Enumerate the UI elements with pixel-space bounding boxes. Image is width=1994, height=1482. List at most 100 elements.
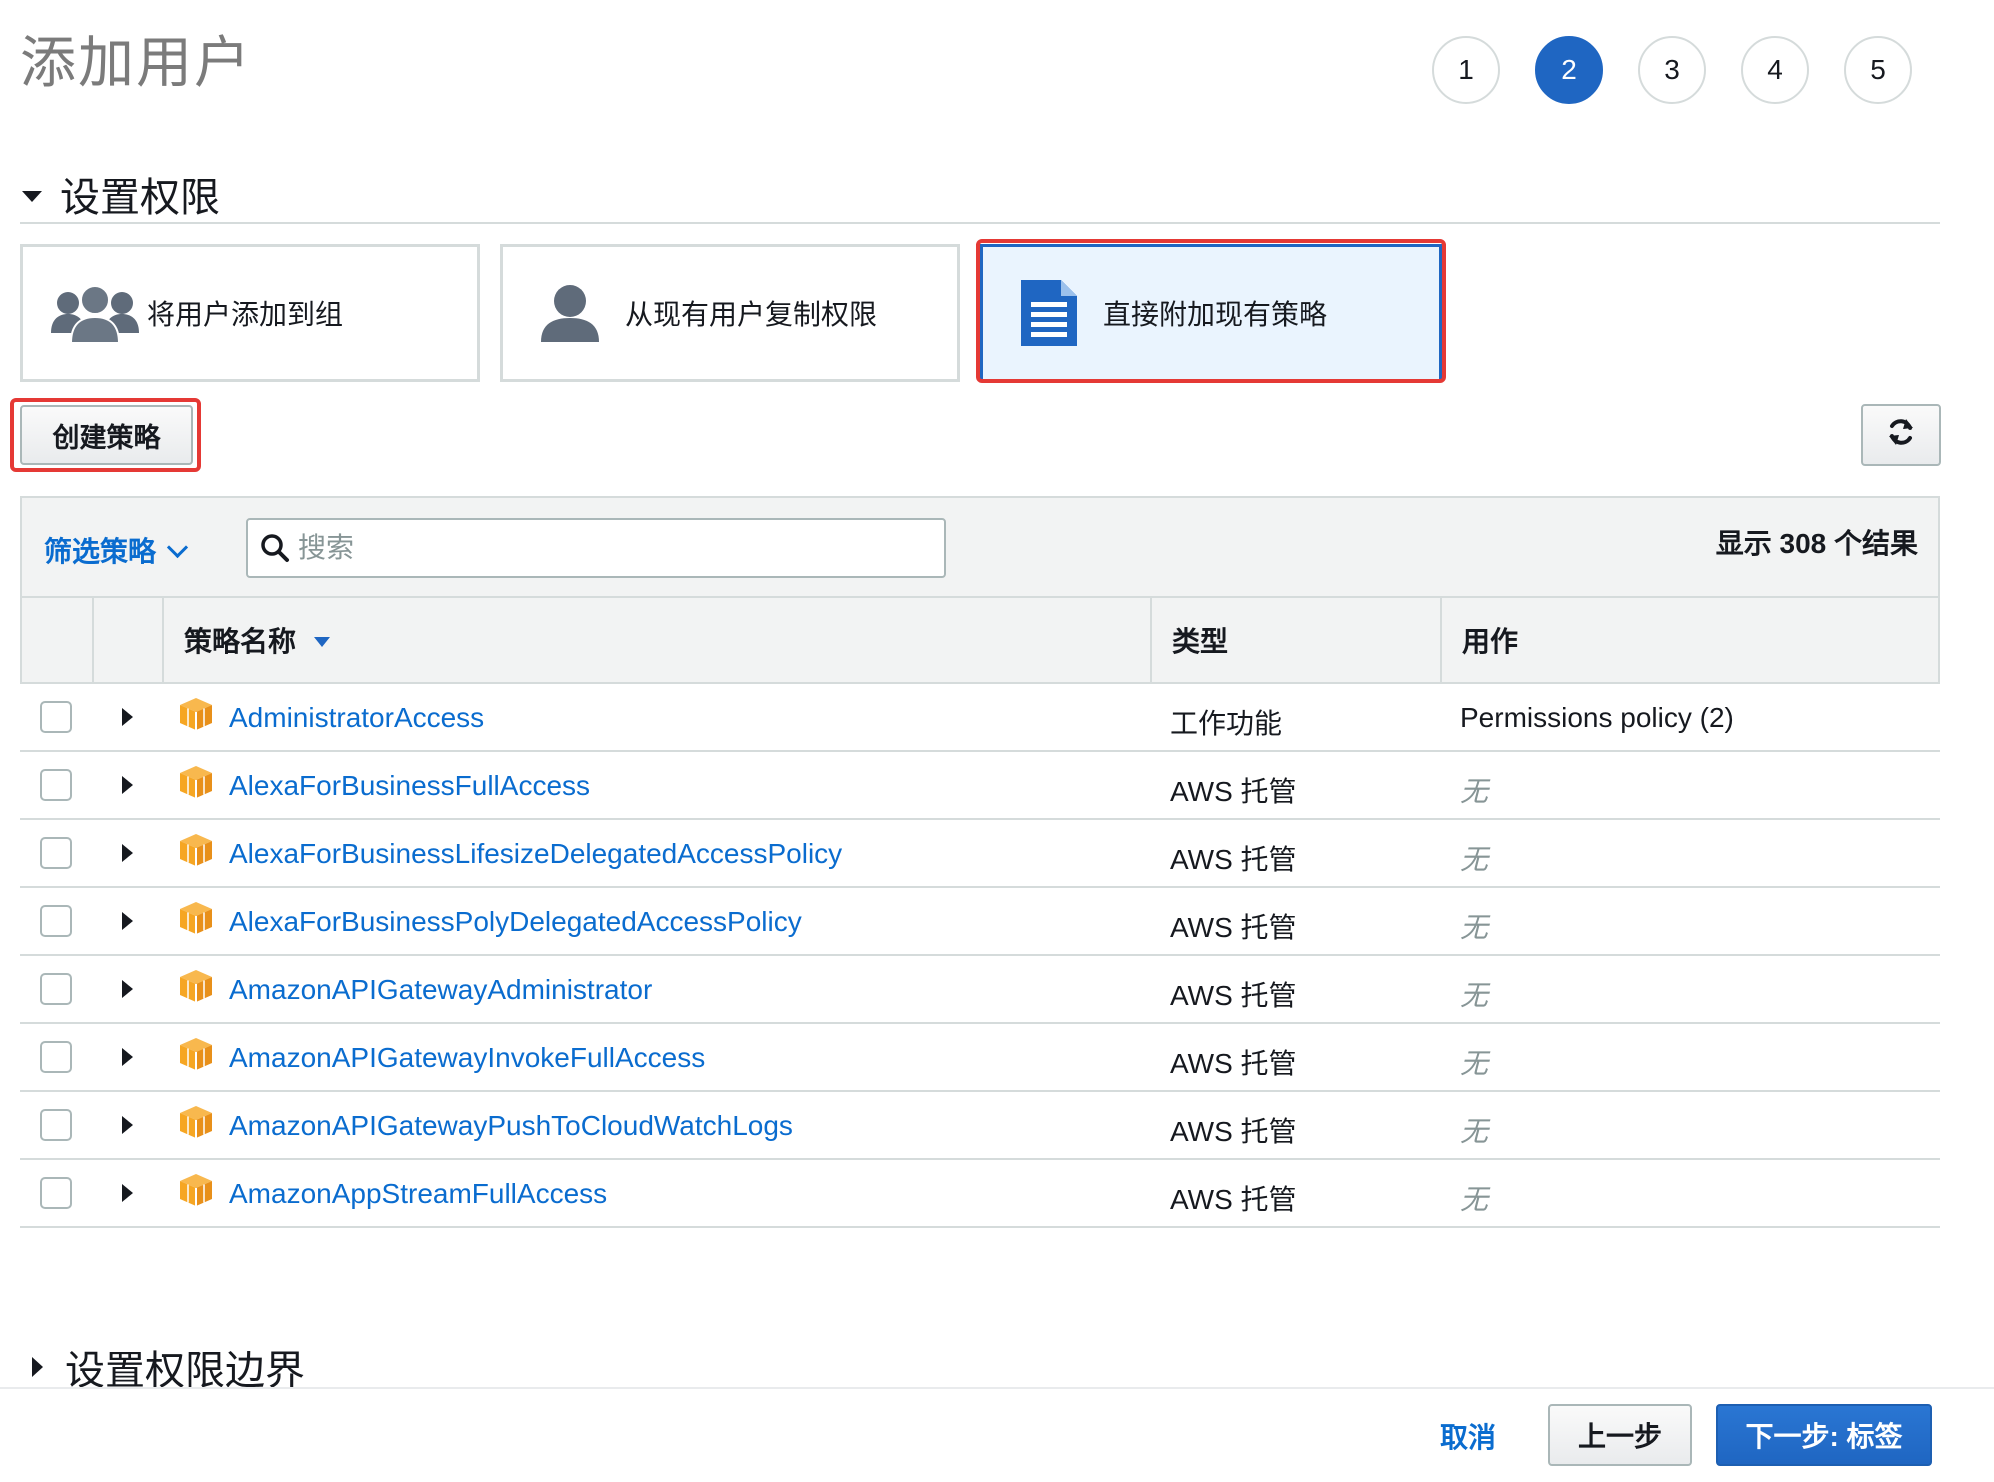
policy-name-link[interactable]: AlexaForBusinessLifesizeDelegatedAccessP… [229, 838, 842, 870]
policy-usage: 无 [1460, 1116, 1489, 1147]
policy-type: 工作功能 [1170, 708, 1283, 739]
row-checkbox[interactable] [40, 837, 72, 869]
expand-row-icon[interactable] [122, 1116, 133, 1134]
column-type[interactable]: 类型 [1172, 598, 1228, 682]
policy-usage: 无 [1460, 912, 1489, 943]
row-checkbox[interactable] [40, 1177, 72, 1209]
permissions-section-toggle[interactable]: 设置权限 [22, 165, 220, 223]
row-checkbox[interactable] [40, 701, 72, 733]
previous-button[interactable]: 上一步 [1548, 1404, 1692, 1466]
column-usage[interactable]: 用作 [1462, 598, 1518, 682]
table-row: AdministratorAccess 工作功能 Permissions polic… [20, 684, 1940, 752]
table-row: AlexaForBusinessPolyDelegatedAccessPolic… [20, 888, 1940, 956]
group-icon [49, 281, 141, 345]
aws-policy-icon [178, 1104, 214, 1145]
option-add-to-group[interactable]: 将用户添加到组 [20, 244, 480, 382]
row-checkbox[interactable] [40, 1041, 72, 1073]
previous-button-label: 上一步 [1577, 1421, 1662, 1452]
table-row: AmazonAPIGatewayAdministrator AWS 托管 无 [20, 956, 1940, 1024]
policy-name-link[interactable]: AdministratorAccess [229, 702, 484, 734]
aws-policy-icon [178, 764, 214, 805]
policy-usage: 无 [1460, 1048, 1489, 1079]
step-4[interactable]: 4 [1741, 36, 1809, 104]
row-checkbox[interactable] [40, 1109, 72, 1141]
policy-name-link[interactable]: AlexaForBusinessPolyDelegatedAccessPolic… [229, 906, 802, 938]
selected-option-highlight [976, 239, 1446, 383]
filter-policies-dropdown[interactable]: 筛选策略 [44, 530, 189, 570]
aws-policy-icon [178, 1172, 214, 1213]
expand-row-icon[interactable] [122, 708, 133, 726]
table-row: AmazonAPIGatewayInvokeFullAccess AWS 托管 无 [20, 1024, 1940, 1092]
search-box[interactable] [246, 518, 946, 578]
row-checkbox[interactable] [40, 973, 72, 1005]
row-checkbox[interactable] [40, 769, 72, 801]
policy-type: AWS 托管 [1170, 912, 1297, 943]
table-row: AlexaForBusinessFullAccess AWS 托管 无 [20, 752, 1940, 820]
section-divider [20, 222, 1940, 224]
aws-policy-icon [178, 696, 214, 737]
result-count: 显示 308 个结果 [1715, 528, 1918, 559]
search-input[interactable] [296, 531, 900, 565]
policy-usage: 无 [1460, 776, 1489, 807]
expand-row-icon[interactable] [122, 1184, 133, 1202]
policy-type: AWS 托管 [1170, 1184, 1297, 1215]
column-divider [92, 598, 94, 682]
policy-name-link[interactable]: AmazonAppStreamFullAccess [229, 1178, 607, 1210]
footer-divider [0, 1387, 1994, 1389]
policy-name-link[interactable]: AmazonAPIGatewayInvokeFullAccess [229, 1042, 705, 1074]
expand-row-icon[interactable] [122, 980, 133, 998]
policy-type: AWS 托管 [1170, 1116, 1297, 1147]
next-tags-button-label: 下一步: 标签 [1745, 1421, 1903, 1452]
option-add-to-group-label: 将用户添加到组 [147, 299, 344, 330]
policy-name-link[interactable]: AmazonAPIGatewayAdministrator [229, 974, 652, 1006]
aws-policy-icon [178, 832, 214, 873]
policy-type: AWS 托管 [1170, 1048, 1297, 1079]
cancel-link[interactable]: 取消 [1440, 1416, 1496, 1456]
column-divider [1440, 598, 1442, 682]
filter-policies-label: 筛选策略 [44, 536, 157, 567]
aws-policy-icon [178, 900, 214, 941]
expand-row-icon[interactable] [122, 912, 133, 930]
chevron-down-icon [166, 536, 189, 558]
policy-name-link[interactable]: AlexaForBusinessFullAccess [229, 770, 590, 802]
column-divider [162, 598, 164, 682]
next-tags-button[interactable]: 下一步: 标签 [1716, 1404, 1932, 1466]
table-header: 策略名称 类型 用作 [20, 598, 1940, 684]
expand-row-icon[interactable] [122, 1048, 133, 1066]
user-icon [539, 282, 601, 344]
table-row: AmazonAPIGatewayPushToCloudWatchLogs AWS … [20, 1092, 1940, 1160]
option-copy-permissions[interactable]: 从现有用户复制权限 [500, 244, 960, 382]
caret-down-icon [22, 190, 42, 202]
policy-usage: Permissions policy (2) [1460, 702, 1734, 733]
refresh-icon [1886, 417, 1916, 454]
column-policy-name[interactable]: 策略名称 [184, 598, 331, 682]
refresh-button[interactable] [1861, 404, 1941, 466]
wizard-steps: 1 2 3 4 5 [1432, 36, 1912, 104]
policy-type: AWS 托管 [1170, 776, 1297, 807]
caret-right-icon [32, 1357, 43, 1377]
step-2-current[interactable]: 2 [1535, 36, 1603, 104]
table-row: AlexaForBusinessLifesizeDelegatedAccessP… [20, 820, 1940, 888]
policy-type: AWS 托管 [1170, 980, 1297, 1011]
aws-policy-icon [178, 1036, 214, 1077]
option-copy-permissions-label: 从现有用户复制权限 [625, 299, 878, 330]
expand-row-icon[interactable] [122, 844, 133, 862]
expand-row-icon[interactable] [122, 776, 133, 794]
table-row: AmazonAppStreamFullAccess AWS 托管 无 [20, 1160, 1940, 1228]
column-policy-name-label: 策略名称 [184, 626, 297, 657]
policy-usage: 无 [1460, 1184, 1489, 1215]
search-icon [260, 533, 290, 563]
create-policy-highlight [10, 398, 201, 472]
row-checkbox[interactable] [40, 905, 72, 937]
policy-type: AWS 托管 [1170, 844, 1297, 875]
step-1[interactable]: 1 [1432, 36, 1500, 104]
page-title: 添加用户 [20, 31, 252, 94]
policy-usage: 无 [1460, 980, 1489, 1011]
aws-policy-icon [178, 968, 214, 1009]
permissions-section-title: 设置权限 [60, 176, 220, 220]
policy-usage: 无 [1460, 844, 1489, 875]
policy-name-link[interactable]: AmazonAPIGatewayPushToCloudWatchLogs [229, 1110, 793, 1142]
step-5[interactable]: 5 [1844, 36, 1912, 104]
column-divider [1150, 598, 1152, 682]
step-3[interactable]: 3 [1638, 36, 1706, 104]
